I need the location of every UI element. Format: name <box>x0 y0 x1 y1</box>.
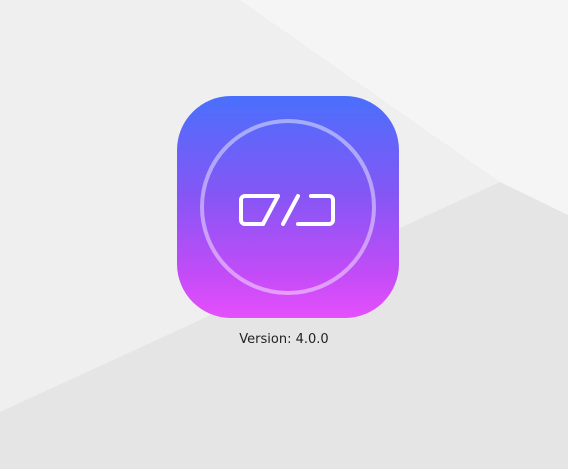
app-logo <box>177 96 399 318</box>
version-label: Version: 4.0.0 <box>239 332 329 347</box>
link-icon <box>200 119 376 295</box>
